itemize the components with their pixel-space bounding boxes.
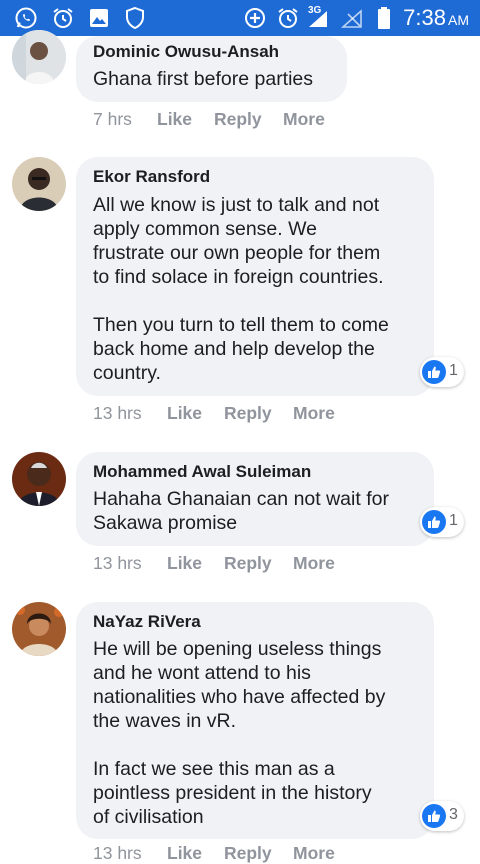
comment-bubble: Dominic Owusu-Ansah Ghana first before p… (76, 36, 347, 102)
comment-bubble: NaYaz RiVera He will be opening useless … (76, 602, 434, 839)
like-reaction-icon (422, 804, 446, 828)
signal-icon (306, 6, 330, 30)
comment-bubble: Ekor Ransford All we know is just to tal… (76, 157, 434, 396)
alarm-icon (276, 6, 300, 30)
like-reaction-icon (422, 510, 446, 534)
reaction-badge[interactable]: 1 (420, 357, 464, 387)
data-saver-icon (243, 6, 267, 30)
comment-text: Ghana first before parties (93, 68, 314, 90)
more-button[interactable]: More (293, 553, 335, 574)
reaction-count: 3 (449, 806, 458, 823)
like-button[interactable]: Like (167, 403, 202, 424)
reaction-count: 1 (449, 362, 458, 379)
reaction-badge[interactable]: 1 (420, 507, 464, 537)
comment-author[interactable]: Dominic Owusu-Ansah (93, 42, 279, 62)
comment-author[interactable]: Mohammed Awal Suleiman (93, 462, 311, 482)
gallery-icon (87, 6, 111, 30)
avatar[interactable] (12, 452, 66, 506)
avatar[interactable] (12, 157, 66, 211)
comment-author[interactable]: NaYaz RiVera (93, 612, 201, 632)
whatsapp-icon (14, 6, 38, 30)
shield-icon (123, 6, 147, 30)
comment-time: 7 hrs (93, 109, 132, 129)
clock-time: 7:38 (403, 5, 446, 30)
reply-button[interactable]: Reply (224, 553, 272, 574)
comment-text: Hahaha Ghanaian can not wait for Sakawa … (93, 488, 389, 534)
alarm-icon (51, 6, 75, 30)
like-button[interactable]: Like (157, 109, 192, 130)
comment-bubble: Mohammed Awal Suleiman Hahaha Ghanaian c… (76, 452, 434, 546)
like-reaction-icon (422, 360, 446, 384)
comment-text: He will be opening useless things and he… (93, 638, 386, 828)
avatar[interactable] (12, 30, 66, 84)
reaction-count: 1 (449, 512, 458, 529)
reaction-badge[interactable]: 3 (420, 801, 464, 831)
comment-author[interactable]: Ekor Ransford (93, 167, 210, 187)
comment-time: 13 hrs (93, 403, 142, 423)
avatar[interactable] (12, 602, 66, 656)
status-bar: 3G 7:38 AM (0, 0, 480, 36)
clock-ampm: AM (448, 12, 469, 28)
comment-time: 13 hrs (93, 553, 142, 573)
more-button[interactable]: More (293, 403, 335, 424)
signal-empty-icon (340, 6, 364, 30)
reply-button[interactable]: Reply (214, 109, 262, 130)
battery-icon (372, 6, 396, 30)
like-button[interactable]: Like (167, 553, 202, 574)
reply-button[interactable]: Reply (224, 403, 272, 424)
comment-text: All we know is just to talk and not appl… (93, 194, 389, 384)
more-button[interactable]: More (283, 109, 325, 130)
